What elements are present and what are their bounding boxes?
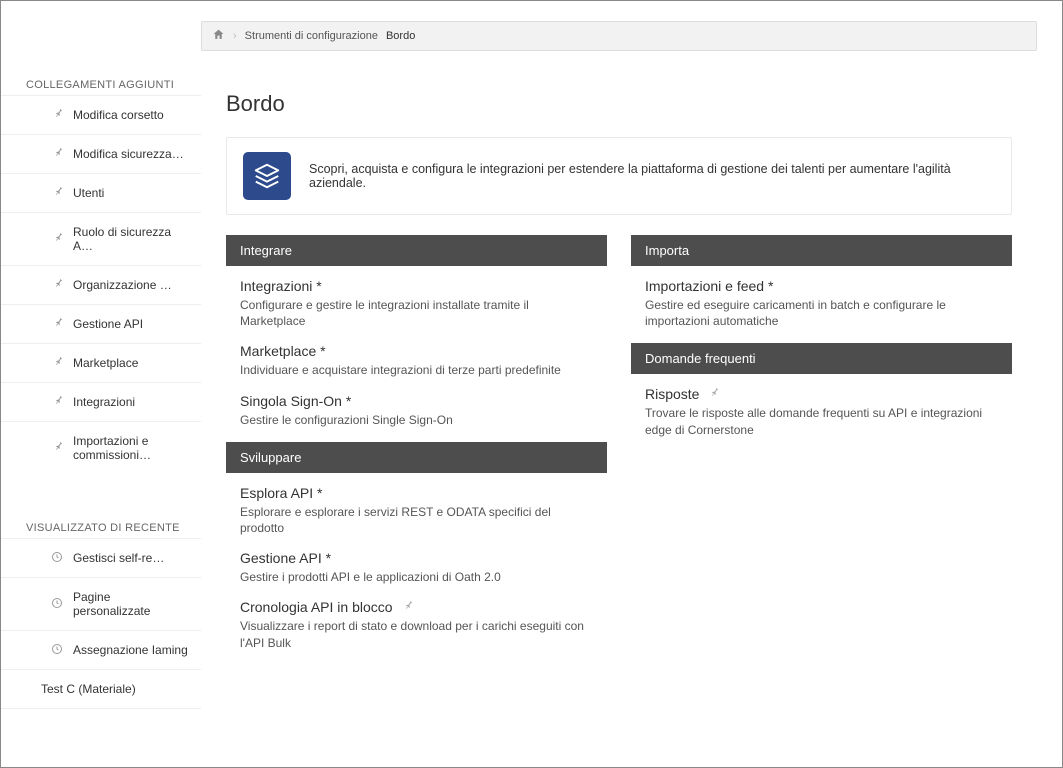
sidebar-item-modifica-sicurezza[interactable]: Modifica sicurezza… [1,134,201,173]
item-esplora-api: Esplora API * Esplorare e esplorare i se… [226,485,607,550]
item-desc: Individuare e acquistare integrazioni di… [240,362,593,378]
pin-icon [48,105,68,126]
item-gestione-api: Gestione API * Gestire i prodotti API e … [226,550,607,599]
link-marketplace[interactable]: Marketplace * [240,343,326,359]
sidebar-item-marketplace[interactable]: Marketplace [1,343,201,382]
pin-icon[interactable] [397,597,417,618]
item-cronologia-api: Cronologia API in blocco Visualizzare i … [226,599,607,664]
clock-icon [51,643,63,658]
sidebar-item-label: Assegnazione Iaming [73,643,188,657]
sidebar-item-assegnazione-iaming[interactable]: Assegnazione Iaming [1,630,201,669]
breadcrumb-link-tools[interactable]: Strumenti di configurazione [245,30,378,42]
sidebar-item-gestisci-self[interactable]: Gestisci self-re… [1,538,201,577]
link-importazioni-feed[interactable]: Importazioni e feed * [645,278,773,294]
item-marketplace: Marketplace * Individuare e acquistare i… [226,343,607,392]
item-desc: Esplorare e esplorare i servizi REST e O… [240,504,593,536]
sidebar-item-label: Pagine personalizzate [73,590,191,618]
clock-icon [51,551,63,566]
sidebar-item-label: Integrazioni [73,395,135,409]
sidebar-item-test-c[interactable]: Test C (Materiale) [1,669,201,709]
banner: Scopri, acquista e configura le integraz… [226,137,1012,215]
item-desc: Gestire ed eseguire caricamenti in batch… [645,297,998,329]
sidebar-section-title-recent: VISUALIZZATO DI RECENTE [1,514,201,538]
page-title: Bordo [226,91,1012,117]
col-left: Integrare Integrazioni * Configurare e g… [226,235,607,665]
home-icon[interactable] [212,28,225,44]
item-desc: Visualizzare i report di stato e downloa… [240,618,593,650]
pin-icon [48,183,68,204]
item-importazioni-feed: Importazioni e feed * Gestire ed eseguir… [631,278,1012,343]
content: Bordo Scopri, acquista e configura le in… [201,71,1037,695]
pin-icon [48,392,68,413]
item-desc: Configurare e gestire le integrazioni in… [240,297,593,329]
pin-icon [48,275,68,296]
item-risposte: Risposte Trovare le risposte alle domand… [631,386,1012,451]
sidebar-item-importazioni[interactable]: Importazioni e commissioni… [1,421,201,474]
sidebar: COLLEGAMENTI AGGIUNTI Modifica corsetto … [1,1,201,767]
pin-icon[interactable] [704,384,724,405]
section-header-import: Importa [631,235,1012,266]
link-gestione-api[interactable]: Gestione API * [240,550,331,566]
sidebar-item-gestione-api[interactable]: Gestione API [1,304,201,343]
sidebar-item-organizzazione[interactable]: Organizzazione … [1,265,201,304]
item-desc: Gestire le configurazioni Single Sign-On [240,412,593,428]
section-header-develop: Sviluppare [226,442,607,473]
link-cronologia-api[interactable]: Cronologia API in blocco [240,599,393,615]
item-desc: Trovare le risposte alle domande frequen… [645,405,998,437]
item-desc: Gestire i prodotti API e le applicazioni… [240,569,593,585]
sidebar-item-label: Modifica corsetto [73,108,164,122]
link-sso[interactable]: Singola Sign-On * [240,393,351,409]
link-esplora-api[interactable]: Esplora API * [240,485,323,501]
pin-icon [48,144,68,165]
banner-text: Scopri, acquista e configura le integraz… [309,162,995,190]
sidebar-item-label: Gestisci self-re… [73,551,164,565]
sidebar-item-integrazioni[interactable]: Integrazioni [1,382,201,421]
main: › Strumenti di configurazione Bordo Bord… [201,1,1062,767]
section-header-faq: Domande frequenti [631,343,1012,374]
chevron-icon: › [233,30,237,42]
pin-icon [48,314,68,335]
breadcrumb-current: Bordo [386,30,415,42]
sidebar-section-title-links: COLLEGAMENTI AGGIUNTI [1,71,201,95]
item-sso: Singola Sign-On * Gestire le configurazi… [226,393,607,442]
sidebar-item-modifica-corsetto[interactable]: Modifica corsetto [1,95,201,134]
sidebar-item-label: Marketplace [73,356,138,370]
sidebar-item-pagine-personalizzate[interactable]: Pagine personalizzate [1,577,201,630]
sidebar-item-label: Test C (Materiale) [41,682,136,696]
col-right: Importa Importazioni e feed * Gestire ed… [631,235,1012,665]
clock-icon [51,597,63,612]
sidebar-item-label: Organizzazione … [73,278,172,292]
sidebar-item-ruolo-sicurezza[interactable]: Ruolo di sicurezza A… [1,212,201,265]
link-risposte[interactable]: Risposte [645,386,699,402]
pin-icon [48,438,68,459]
breadcrumb: › Strumenti di configurazione Bordo [201,21,1037,51]
sidebar-item-label: Gestione API [73,317,143,331]
item-integrazioni: Integrazioni * Configurare e gestire le … [226,278,607,343]
pin-icon [48,353,68,374]
sidebar-item-label: Modifica sicurezza… [73,147,184,161]
section-header-integrate: Integrare [226,235,607,266]
layers-icon [243,152,291,200]
sidebar-item-label: Ruolo di sicurezza A… [73,225,191,253]
link-integrazioni[interactable]: Integrazioni * [240,278,322,294]
sidebar-item-utenti[interactable]: Utenti [1,173,201,212]
sidebar-item-label: Importazioni e commissioni… [73,434,191,462]
pin-icon [48,229,68,250]
sidebar-item-label: Utenti [73,186,104,200]
